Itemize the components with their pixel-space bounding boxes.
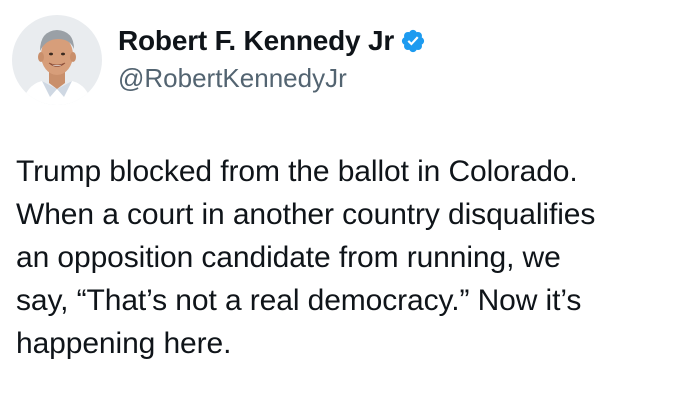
tweet-card: Robert F. Kennedy Jr @RobertKennedyJr Tr… — [0, 0, 687, 418]
tweet-text-line: Trump blocked from the ballot in Colorad… — [16, 155, 578, 188]
display-name-row: Robert F. Kennedy Jr — [118, 21, 426, 61]
tweet-header: Robert F. Kennedy Jr @RobertKennedyJr — [12, 14, 426, 106]
tweet-text-line: an opposition candidate from running, we — [16, 241, 561, 274]
author-avatar[interactable] — [12, 15, 102, 105]
profile-photo-icon — [12, 15, 102, 105]
author-display-name[interactable]: Robert F. Kennedy Jr — [118, 25, 394, 57]
author-names: Robert F. Kennedy Jr @RobertKennedyJr — [118, 21, 426, 94]
tweet-text-line: When a court in another country disquali… — [16, 198, 596, 231]
verified-badge-icon[interactable] — [400, 28, 426, 54]
author-handle[interactable]: @RobertKennedyJr — [118, 63, 426, 94]
tweet-text-line: say, “That’s not a real democracy.” Now … — [16, 284, 582, 317]
tweet-text-line: happening here. — [16, 327, 232, 360]
tweet-text: Trump blocked from the ballot in Colorad… — [16, 150, 681, 365]
